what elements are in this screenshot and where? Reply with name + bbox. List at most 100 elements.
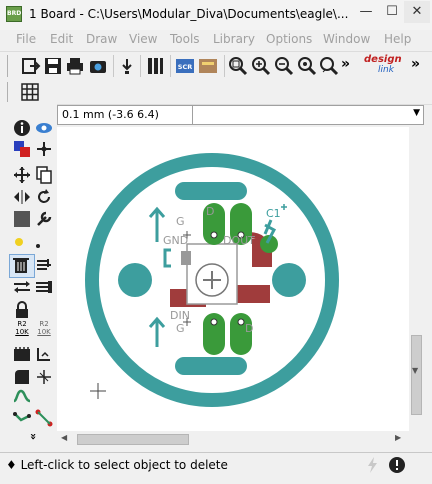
change-icon[interactable] [34,209,54,229]
replace-icon[interactable] [34,277,54,297]
menu-draw[interactable]: Draw [86,32,117,46]
value-label-bottom: 10K [37,328,51,336]
menu-bar: File Edit Draw View Tools Library Option… [0,30,432,50]
add-icon[interactable] [34,255,54,275]
horizontal-scrollbar[interactable]: ◀ ▶ [57,431,409,448]
info-icon[interactable] [12,118,32,138]
window-title: 1 Board - C:\Users\Modular_Diva\Document… [29,7,349,21]
title-bar: BRD 1 Board - C:\Users\Modular_Diva\Docu… [0,0,432,31]
drill-3 [210,318,218,326]
menu-file[interactable]: File [16,32,36,46]
script-icon[interactable]: SCR [175,56,195,76]
stop-icon[interactable] [388,456,406,474]
board-drawing[interactable]: G D C1 GND DOUT G DIN D [57,127,409,431]
zoom-fit-icon[interactable] [228,56,248,76]
paste-icon[interactable] [12,232,32,252]
parameter-toolbar [0,80,432,105]
designlink-bottom: link [378,65,394,75]
mount-hole-right[interactable] [272,263,306,297]
mount-slot-bottom[interactable] [175,357,247,375]
scroll-right-arrow[interactable]: ▶ [395,433,401,442]
value-label-top: R2 [39,320,49,328]
label-d-top: D [206,205,214,218]
zoom-out-icon[interactable] [274,56,294,76]
tool-palette: R2 10K R2 10K » [0,104,57,450]
status-bar: ♦ Left-click to select object to delete [0,452,432,477]
move-icon[interactable] [12,165,32,185]
label-c1: C1 [266,207,281,220]
vertical-scrollbar[interactable]: ▼ [409,127,424,431]
menu-options[interactable]: Options [266,32,312,46]
close-button[interactable]: ✕ [404,1,430,23]
minimize-button[interactable]: — [353,1,379,23]
scroll-down-arrow[interactable]: ▼ [412,366,418,375]
menu-window[interactable]: Window [323,32,370,46]
label-g-top: G [176,215,185,228]
mount-slot-top[interactable] [175,182,247,200]
toolbar-separator [224,55,225,77]
delete-icon[interactable] [11,255,31,275]
script-label: SCR [178,63,192,71]
zoom-select-icon[interactable] [319,56,339,76]
menu-help[interactable]: Help [384,32,411,46]
route-icon[interactable] [34,367,54,387]
toolbar-overflow[interactable]: » [341,56,350,72]
drill-1 [210,231,218,239]
main-toolbar: SCR » design link » [0,51,432,81]
lock-icon[interactable] [12,300,32,320]
scroll-left-arrow[interactable]: ◀ [61,433,67,442]
command-line-input[interactable] [193,106,408,124]
run-icon[interactable] [198,56,218,76]
pinswap-icon[interactable] [12,277,32,297]
save-icon[interactable] [43,56,63,76]
mirror-icon[interactable] [12,187,32,207]
lightning-icon[interactable] [364,456,382,474]
command-history-dropdown[interactable]: ▼ [413,108,420,118]
import-icon[interactable] [117,56,137,76]
c1-plus-mark [281,204,287,210]
maximize-button[interactable]: ☐ [379,1,405,23]
menu-view[interactable]: View [129,32,157,46]
value-icon[interactable]: R2 10K [34,320,54,340]
eye-icon[interactable] [34,118,54,138]
rotate-icon[interactable] [34,187,54,207]
toolbar-separator [170,55,171,77]
label-g-bottom: G [176,322,185,335]
app-icon: BRD [6,6,22,22]
menu-library[interactable]: Library [213,32,255,46]
layer-icon[interactable] [12,139,32,159]
label-d-bottom: D [245,322,253,335]
coordinate-readout: 0.1 mm (-3.6 6.4) [58,106,193,124]
led-pad-marker [181,251,191,265]
split-icon[interactable] [12,344,32,364]
vertical-scroll-thumb[interactable] [411,335,422,415]
optimize-icon[interactable] [34,344,54,364]
wire-icon[interactable] [12,386,32,406]
group-icon[interactable] [12,209,32,229]
smash-icon[interactable]: R2 10K [12,320,32,340]
menu-tools[interactable]: Tools [170,32,200,46]
toolbar-overflow-2[interactable]: » [411,56,420,72]
grid-icon[interactable] [20,82,40,102]
designlink-logo[interactable]: design link [362,54,404,78]
miter-icon[interactable] [12,367,32,387]
autorouter-icon[interactable] [12,408,32,428]
mark-icon[interactable] [34,139,54,159]
menu-edit[interactable]: Edit [50,32,73,46]
mount-hole-left[interactable] [118,263,152,297]
copy-icon[interactable] [34,165,54,185]
more-tools-button[interactable]: » [27,433,40,440]
coordinate-bar: 0.1 mm (-3.6 6.4) ▼ [57,105,424,125]
cursor-crosshair [90,383,106,399]
cam-icon[interactable] [88,56,108,76]
grid-level-icon[interactable] [145,56,165,76]
toolbar-grip [7,55,8,77]
ratsnest-icon[interactable] [34,408,54,428]
print-icon[interactable] [65,56,85,76]
zoom-in-icon[interactable] [251,56,271,76]
horizontal-scroll-thumb[interactable] [77,434,189,445]
open-icon[interactable] [21,56,41,76]
zoom-redraw-icon[interactable] [297,56,317,76]
board-canvas[interactable]: G D C1 GND DOUT G DIN D [57,127,409,431]
label-gnd: GND [163,234,188,247]
